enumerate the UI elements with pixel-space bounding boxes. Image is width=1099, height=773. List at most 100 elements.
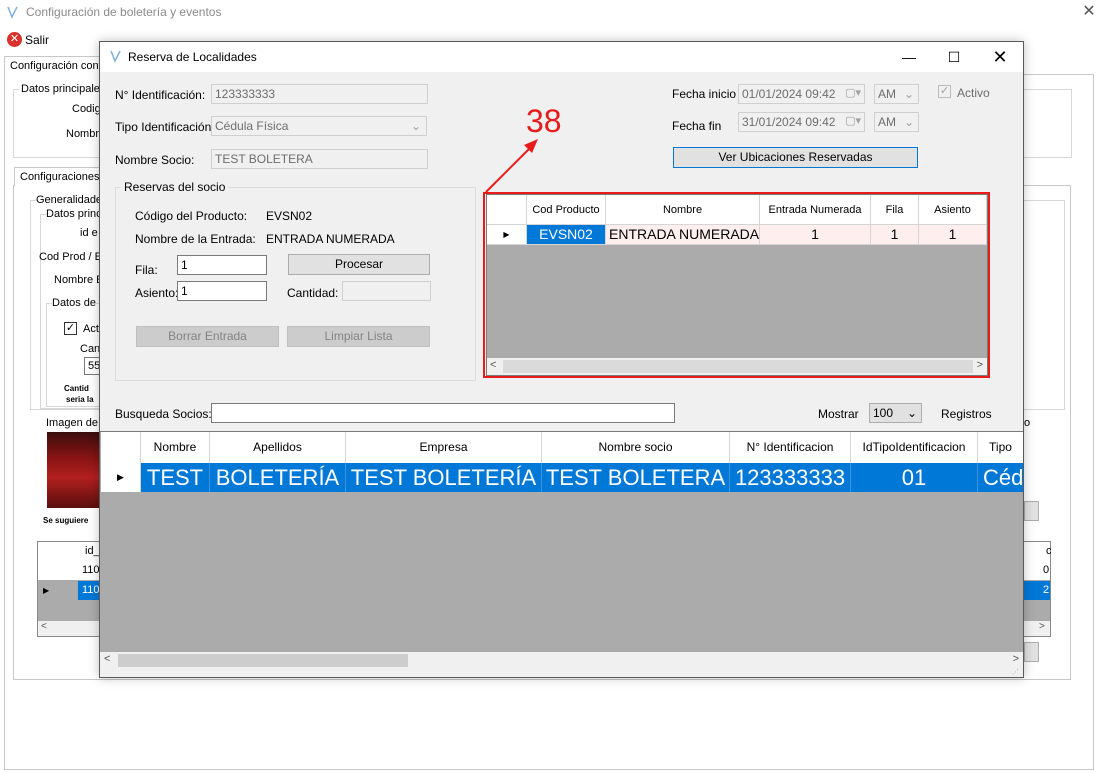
nombre-entrada-value: ENTRADA NUMERADA	[266, 232, 395, 246]
identificacion-field[interactable]: 123333333	[211, 84, 428, 104]
grid-cell-tipo[interactable]: Céd	[978, 463, 1023, 492]
registros-label: Registros	[941, 407, 992, 421]
activo-checkbox[interactable]: ✓	[64, 322, 77, 335]
reservas-socio-title: Reservas del socio	[121, 180, 229, 194]
activo-checkbox[interactable]: ✓	[938, 85, 951, 98]
nombre-socio-field[interactable]: TEST BOLETERA	[211, 149, 428, 169]
asiento-label: Asiento:	[135, 286, 179, 300]
calendar-icon[interactable]: ▢▾	[845, 86, 861, 99]
fecha-fin-ampm-value: AM	[878, 115, 896, 129]
codigo-producto-value: EVSN02	[266, 209, 313, 223]
table-cell[interactable]: 110	[82, 584, 100, 596]
grid-cell-apellidos[interactable]: BOLETERÍA	[210, 463, 346, 492]
maximize-icon[interactable]: ☐	[931, 42, 977, 72]
nombre-evento-label: Nombre E	[54, 274, 104, 286]
datos-principales-title: Datos principales	[19, 83, 108, 95]
scroll-right-icon[interactable]: >	[1039, 621, 1045, 632]
dialog-app-icon	[110, 50, 121, 63]
grid-cell-nombre[interactable]: TEST	[141, 463, 210, 492]
tab-configuracion-contenido[interactable]: Configuración cont	[4, 56, 100, 75]
right-grid-scrollbar[interactable]: >	[1024, 621, 1050, 636]
activo-label: Act	[83, 323, 99, 335]
generalidades-title: Generalidade	[36, 194, 103, 206]
dialog-title: Reserva de Localidades	[128, 50, 257, 64]
codigo-producto-label: Código del Producto:	[135, 209, 248, 223]
grid-header-id-tipo[interactable]: IdTipoIdentificacion	[851, 432, 978, 463]
cod-prod-label: Cod Prod / E	[39, 251, 102, 263]
fecha-fin-picker[interactable]: 31/01/2024 09:42 ▢▾	[738, 112, 865, 132]
resize-grip-icon[interactable]: ⋰	[1012, 669, 1022, 677]
cantidad-label: Can	[80, 343, 101, 355]
app-icon	[7, 6, 18, 19]
scrollbar-thumb[interactable]	[118, 654, 408, 667]
ver-ubicaciones-button[interactable]: Ver Ubicaciones Reservadas	[673, 147, 918, 168]
procesar-button[interactable]: Procesar	[288, 254, 430, 275]
scroll-left-icon[interactable]: <	[104, 653, 110, 665]
imagen-label: Imagen de	[46, 417, 98, 429]
right-grid-row-selected[interactable]: 2	[1024, 581, 1050, 600]
fecha-inicio-picker[interactable]: 01/01/2024 09:42 ▢▾	[738, 84, 865, 104]
sugerencia-note: Se suguiere	[43, 516, 89, 525]
fila-input[interactable]: 1	[177, 255, 267, 275]
nombre-socio-label: Nombre Socio:	[115, 153, 195, 167]
right-grid-cell[interactable]: 2	[1043, 584, 1049, 596]
asiento-input[interactable]: 1	[177, 281, 267, 301]
fecha-inicio-label: Fecha inicio	[672, 87, 737, 101]
cantidad-input[interactable]	[342, 281, 431, 301]
background-grid-scrollbar[interactable]	[38, 621, 100, 636]
busqueda-socios-label: Busqueda Socios:	[115, 407, 212, 421]
grid-cell-empresa[interactable]: TEST BOLETERÍA	[346, 463, 542, 492]
annotation-highlight-box	[483, 192, 990, 378]
chevron-down-icon[interactable]: ⌄	[904, 87, 914, 101]
row-pointer-icon[interactable]: ▶	[101, 463, 141, 492]
row-pointer-icon: ▶	[43, 586, 50, 595]
right-grid-header-text: c	[1046, 545, 1052, 557]
grid-header-apellidos[interactable]: Apellidos	[210, 432, 346, 463]
chevron-down-icon[interactable]: ⌄	[907, 406, 917, 420]
main-window-close-icon[interactable]: ✕	[1079, 2, 1099, 22]
exit-icon[interactable]: ✕	[7, 32, 22, 47]
calendar-icon[interactable]: ▢▾	[845, 114, 861, 127]
tipo-identificacion-label: Tipo Identificación:	[115, 120, 215, 134]
busqueda-socios-input[interactable]	[211, 403, 675, 423]
tipo-identificacion-value: Cédula Física	[215, 119, 289, 133]
table-cell[interactable]: 110	[82, 564, 100, 576]
close-icon[interactable]: ✕	[977, 42, 1023, 72]
background-grid-id-header: id_	[85, 545, 100, 557]
grid-corner	[101, 432, 141, 463]
fecha-inicio-ampm-value: AM	[878, 87, 896, 101]
salir-button-label[interactable]: Salir	[25, 33, 49, 47]
limpiar-lista-button[interactable]: Limpiar Lista	[287, 326, 430, 347]
right-grid-row[interactable]: 0	[1024, 561, 1050, 580]
scroll-left-icon[interactable]: <	[41, 621, 47, 632]
seria-note: seria la	[66, 395, 94, 404]
scroll-right-icon[interactable]: >	[1013, 653, 1019, 665]
right-label-fragment: o	[1024, 417, 1031, 429]
tab-configuraciones[interactable]: Configuraciones	[14, 167, 100, 186]
grid-header-nombre[interactable]: Nombre	[141, 432, 210, 463]
tipo-identificacion-select[interactable]: Cédula Física ⌄	[211, 116, 427, 136]
grid-header-empresa[interactable]: Empresa	[346, 432, 542, 463]
right-button-2[interactable]	[1024, 642, 1039, 662]
grid-header-nombre-socio[interactable]: Nombre socio	[542, 432, 730, 463]
right-grid-cell[interactable]: 0	[1043, 564, 1049, 576]
mostrar-label: Mostrar	[818, 407, 859, 421]
nombre-entrada-label: Nombre de la Entrada:	[135, 232, 256, 246]
fecha-inicio-ampm[interactable]: AM ⌄	[874, 84, 919, 104]
chevron-down-icon[interactable]: ⌄	[411, 119, 421, 133]
fecha-fin-label: Fecha fin	[672, 119, 722, 133]
grid-header-tipo[interactable]: Tipo	[978, 432, 1023, 463]
cantidad-input[interactable]: 55	[84, 357, 100, 375]
activo-label: Activo	[957, 86, 990, 100]
grid-header-identificacion[interactable]: N° Identificacion	[730, 432, 851, 463]
right-button[interactable]	[1024, 501, 1039, 521]
borrar-entrada-button[interactable]: Borrar Entrada	[136, 326, 279, 347]
minimize-icon[interactable]: —	[886, 42, 932, 72]
codigo-label: Codig	[72, 103, 101, 115]
grid-cell-id-tipo[interactable]: 01	[851, 463, 978, 492]
grid-cell-identificacion[interactable]: 123333333	[730, 463, 851, 492]
fecha-fin-ampm[interactable]: AM ⌄	[874, 112, 919, 132]
chevron-down-icon[interactable]: ⌄	[904, 115, 914, 129]
mostrar-select[interactable]: 100 ⌄	[869, 403, 922, 423]
grid-cell-nombre-socio[interactable]: TEST BOLETERA	[542, 463, 730, 492]
